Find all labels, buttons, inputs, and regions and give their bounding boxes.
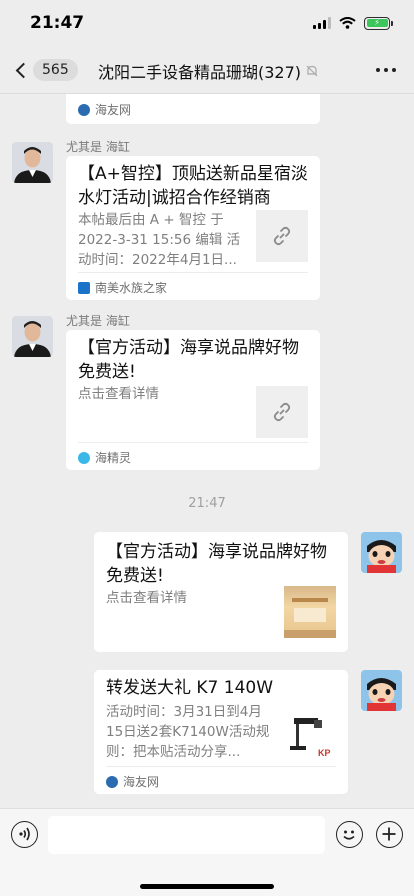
home-indicator[interactable]: [140, 884, 274, 889]
emoji-icon: [343, 830, 355, 840]
card-title: 转发送大礼 K7 140W: [106, 678, 274, 698]
plus-button[interactable]: [376, 821, 403, 848]
unread-count-badge: 565: [33, 59, 78, 81]
card-source-label: 海友网: [123, 775, 160, 789]
input-bar: [0, 808, 414, 896]
card-title: 【官方活动】海享说品牌好物免费送!: [78, 338, 299, 382]
thumb-decoration: [284, 630, 336, 638]
person-avatar-icon: [12, 142, 53, 183]
back-button[interactable]: 565: [12, 57, 78, 83]
chat-area[interactable]: 海友网 尤其是 海缸 【A+智控】顶贴送新品星宿淡水灯活动|诚招合作经销商 本帖…: [0, 94, 414, 808]
thumb-decoration: [294, 608, 326, 622]
card-source-label: 海友网: [95, 103, 132, 117]
card-desc: 活动时间：3月31日到4月15日送2套K7140W活动规则：把本贴活动分享...: [106, 704, 270, 760]
haiyou-logo-icon: [78, 103, 90, 116]
sender-name: 尤其是 海缸: [66, 140, 130, 154]
haiyou-logo-icon: [106, 775, 118, 788]
card-title: 【官方活动】海享说品牌好物免费送!: [106, 542, 327, 586]
card-source: 海友网: [106, 766, 336, 790]
link-card[interactable]: 【A+智控】顶贴送新品星宿淡水灯活动|诚招合作经销商 本帖最后由 A + 智控 …: [66, 156, 320, 300]
card-source-label: 海精灵: [95, 451, 132, 465]
card-source: 海友网: [78, 95, 308, 118]
link-icon: [273, 402, 291, 422]
lamp-product-icon: KP: [290, 718, 331, 758]
message-input[interactable]: [48, 816, 325, 854]
bell-mute-icon: [306, 65, 318, 77]
status-bar: 21:47 ⚡: [0, 0, 414, 46]
link-card[interactable]: 【官方活动】海享说品牌好物免费送! 点击查看详情: [94, 532, 348, 652]
nanmei-logo-icon: [78, 281, 90, 294]
status-icons: ⚡: [313, 16, 393, 30]
battery-icon: ⚡: [364, 16, 393, 30]
card-source: 海精灵: [78, 442, 308, 466]
chat-title-wrap: 沈阳二手设备精品珊瑚(327): [98, 59, 319, 83]
chat-title: 沈阳二手设备精品珊瑚(327): [98, 63, 302, 82]
chevron-left-icon: [15, 62, 32, 78]
link-thumbnail: [256, 386, 308, 438]
emoji-button[interactable]: [336, 821, 363, 848]
link-thumbnail: [256, 210, 308, 262]
card-desc: 点击查看详情: [78, 386, 159, 402]
link-card[interactable]: 【官方活动】海享说品牌好物免费送! 点击查看详情 海精灵: [66, 330, 320, 470]
wifi-icon: [339, 17, 356, 29]
thumb-decoration: [292, 598, 328, 602]
nav-bar: 565 沈阳二手设备精品珊瑚(327): [0, 46, 414, 94]
article-thumbnail: [284, 586, 336, 638]
avatar[interactable]: [361, 532, 402, 573]
voice-button[interactable]: [11, 821, 38, 848]
haijingling-logo-icon: [78, 451, 90, 464]
sender-name: 尤其是 海缸: [66, 314, 130, 328]
link-card-partial[interactable]: 海友网: [66, 94, 320, 124]
cartoon-avatar-icon: [361, 670, 402, 711]
more-dot: [376, 68, 380, 72]
card-source: 南美水族之家: [78, 272, 308, 296]
status-time: 21:47: [30, 13, 85, 33]
card-source-label: 南美水族之家: [95, 281, 168, 295]
link-icon: [273, 226, 291, 246]
more-button[interactable]: [376, 68, 396, 72]
link-card[interactable]: 转发送大礼 K7 140W 活动时间：3月31日到4月15日送2套K7140W活…: [94, 670, 348, 794]
person-avatar-icon: [12, 316, 53, 357]
avatar[interactable]: [361, 670, 402, 711]
voice-icon: [19, 827, 30, 841]
plus-icon: [382, 827, 396, 841]
more-dot: [384, 68, 388, 72]
more-dot: [392, 68, 396, 72]
card-desc: 点击查看详情: [106, 590, 187, 606]
chat-timestamp: 21:47: [188, 496, 226, 511]
avatar[interactable]: [12, 142, 53, 183]
cartoon-avatar-icon: [361, 532, 402, 573]
thumb-brand-text: KP: [318, 748, 331, 758]
card-desc: 本帖最后由 A + 智控 于 2022-3-31 15:56 编辑 活动时间：2…: [78, 212, 241, 268]
avatar[interactable]: [12, 316, 53, 357]
card-title: 【A+智控】顶贴送新品星宿淡水灯活动|诚招合作经销商: [78, 164, 308, 208]
product-thumbnail: KP: [284, 710, 336, 762]
signal-icon: [313, 17, 331, 29]
